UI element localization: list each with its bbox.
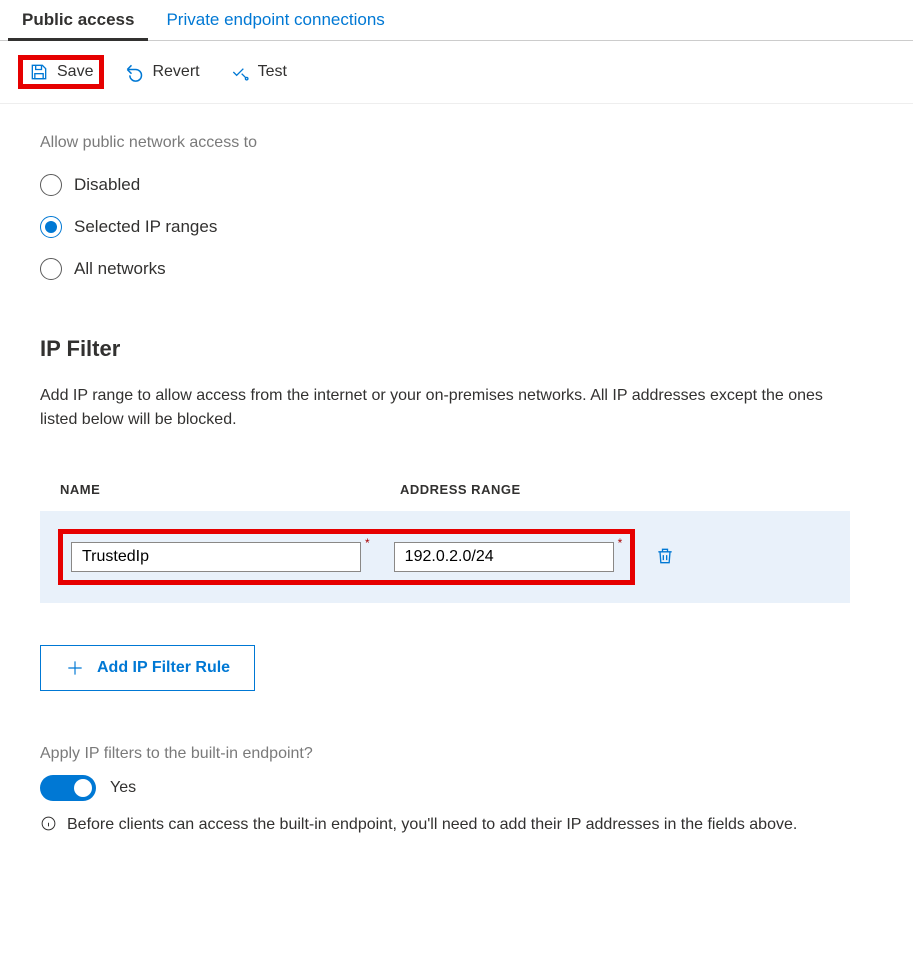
required-indicator: * [365,536,370,550]
test-button-label: Test [258,63,287,81]
radio-indicator [40,216,62,238]
ip-filter-row: * * [40,511,850,603]
builtin-info: Before clients can access the built-in e… [40,813,850,837]
add-ip-filter-rule-label: Add IP Filter Rule [97,659,230,677]
radio-label: All networks [74,259,166,279]
test-button[interactable]: Test [220,56,297,88]
radio-label: Disabled [74,175,140,195]
column-name: NAME [60,482,400,497]
save-icon [29,62,49,82]
toolbar: Save Revert Test [0,41,913,104]
builtin-endpoint-toggle[interactable] [40,775,96,801]
ip-filter-heading: IP Filter [40,336,850,362]
trash-icon [655,546,675,566]
name-field-wrap: * [71,542,370,572]
column-address-range: ADDRESS RANGE [400,482,680,497]
ip-filter-row-highlight: * * [58,529,635,585]
info-icon [40,815,57,832]
required-indicator: * [618,536,623,550]
radio-indicator [40,174,62,196]
test-icon [230,62,250,82]
radio-label: Selected IP ranges [74,217,217,237]
radio-selected-ip-ranges[interactable]: Selected IP ranges [40,216,850,238]
builtin-toggle-row: Yes [40,775,850,801]
ip-filter-table: NAME ADDRESS RANGE * * [40,468,850,603]
ip-filter-table-header: NAME ADDRESS RANGE [40,468,850,511]
toggle-label: Yes [110,779,136,797]
range-field-wrap: * [394,542,623,572]
tab-bar: Public access Private endpoint connectio… [0,0,913,41]
save-button[interactable]: Save [18,55,104,89]
save-button-label: Save [57,63,93,81]
ip-rule-range-input[interactable] [394,542,614,572]
undo-icon [124,62,144,82]
add-ip-filter-rule-button[interactable]: Add IP Filter Rule [40,645,255,691]
builtin-endpoint-question: Apply IP filters to the built-in endpoin… [40,745,850,763]
tab-private-endpoint[interactable]: Private endpoint connections [150,0,400,40]
radio-indicator [40,258,62,280]
revert-button-label: Revert [152,63,199,81]
radio-all-networks[interactable]: All networks [40,258,850,280]
ip-filter-description: Add IP range to allow access from the in… [40,384,850,432]
delete-rule-button[interactable] [655,546,675,569]
content-area: Allow public network access to Disabled … [0,104,890,867]
access-radio-group: Disabled Selected IP ranges All networks [40,174,850,280]
radio-disabled[interactable]: Disabled [40,174,850,196]
revert-button[interactable]: Revert [114,56,209,88]
ip-rule-name-input[interactable] [71,542,361,572]
plus-icon [65,658,85,678]
builtin-info-text: Before clients can access the built-in e… [67,813,797,837]
tab-public-access[interactable]: Public access [6,0,150,40]
access-heading: Allow public network access to [40,134,850,152]
